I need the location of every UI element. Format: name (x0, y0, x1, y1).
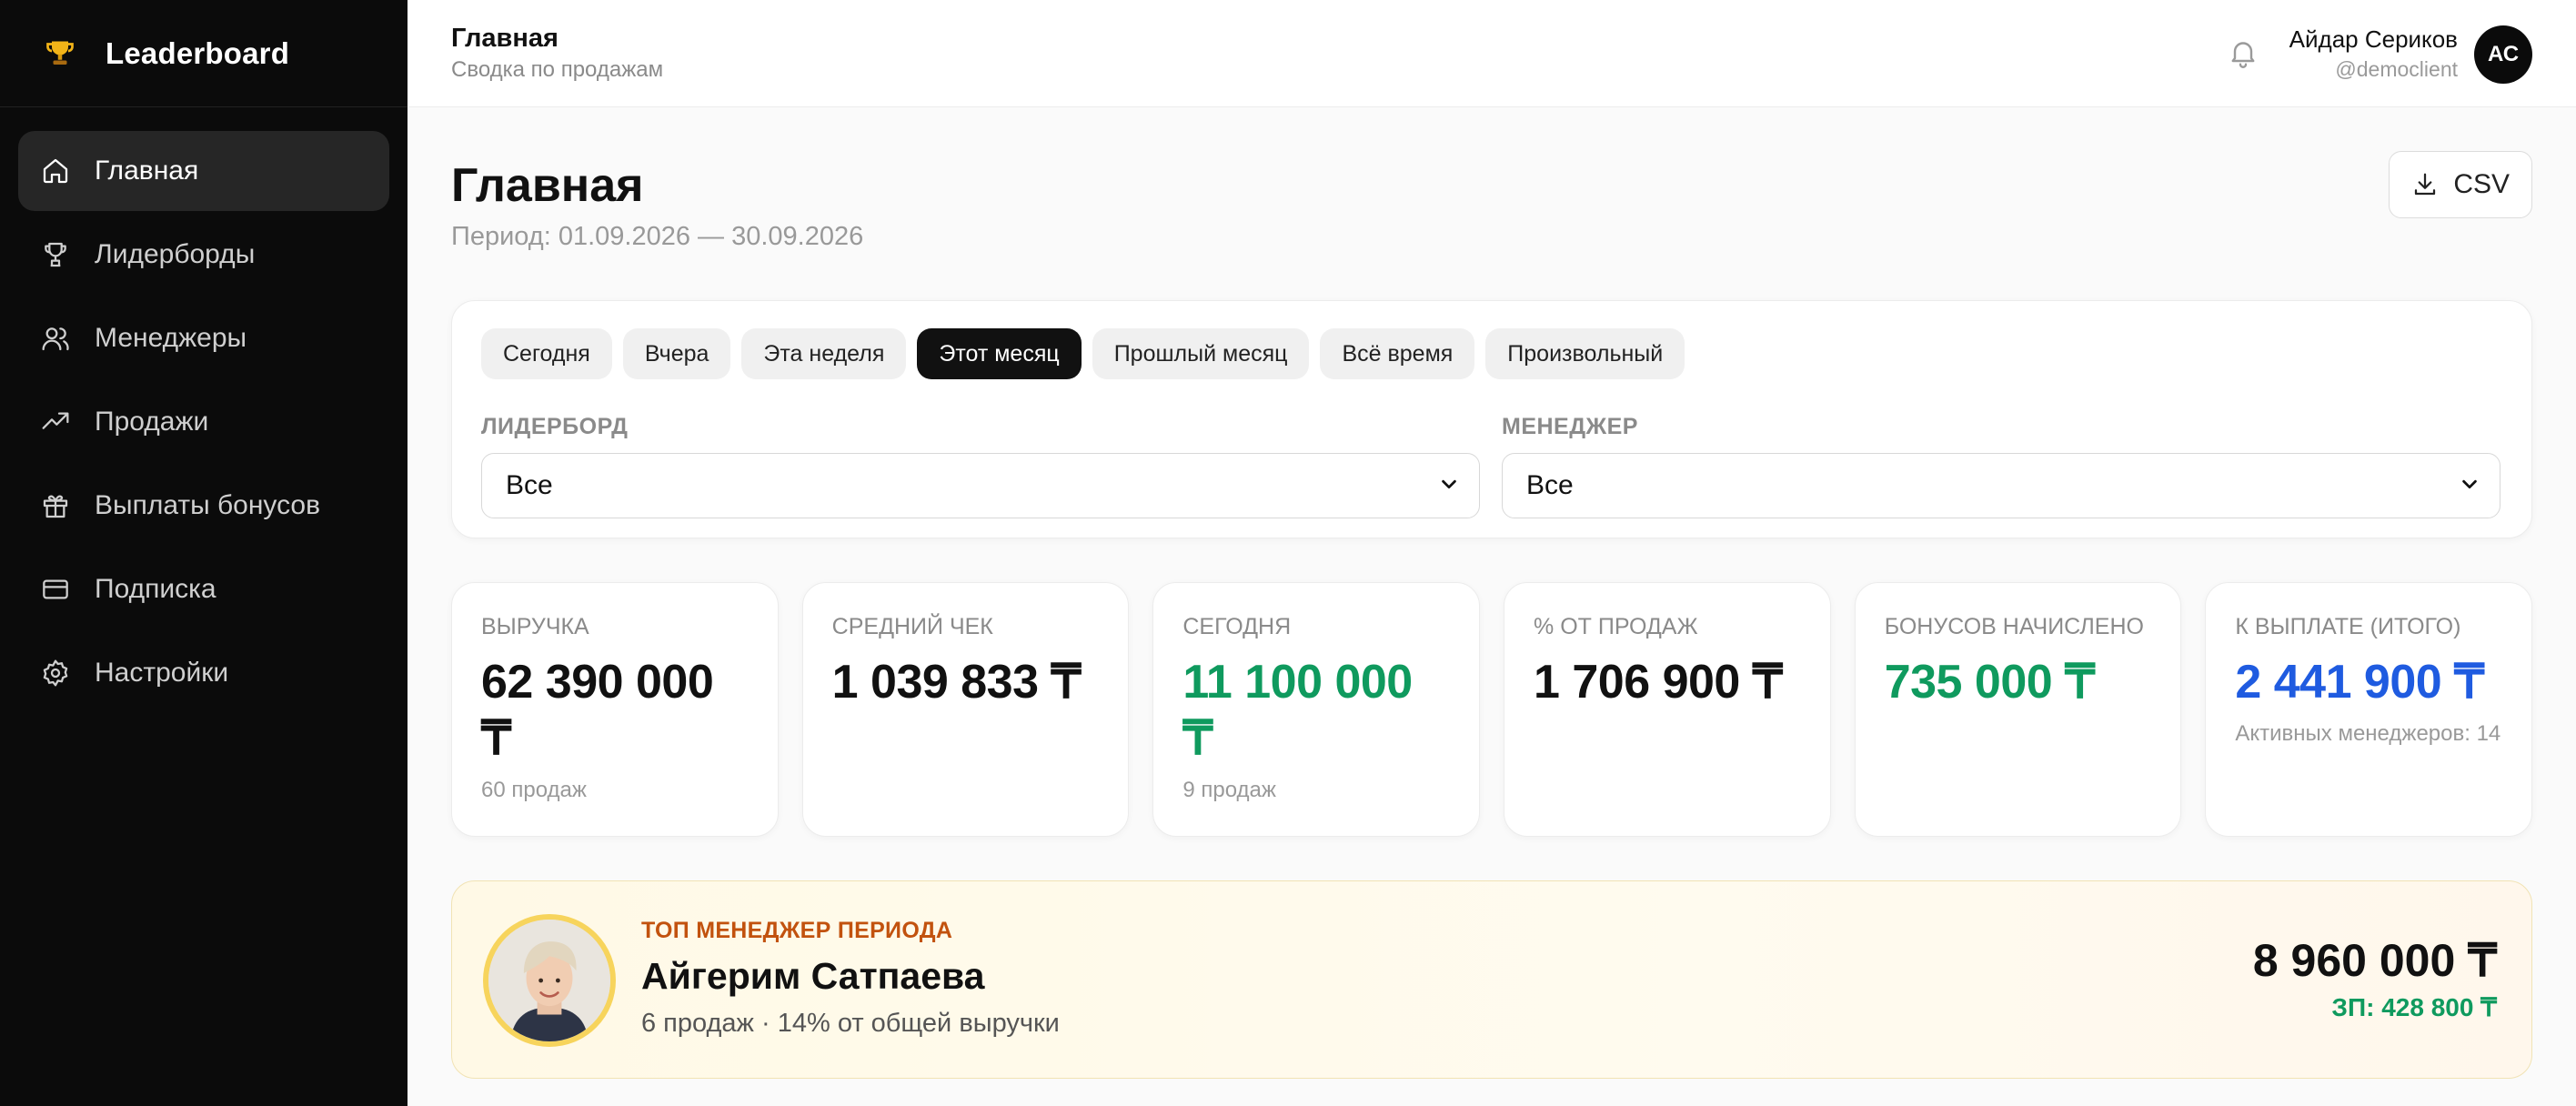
chip-this-week[interactable]: Эта неделя (741, 328, 907, 379)
stat-value: 11 100 000 ₸ (1182, 656, 1413, 765)
stat-label: БОНУСОВ НАЧИСЛЕНО (1884, 614, 2144, 639)
sidebar-item-bonus-payouts[interactable]: Выплаты бонусов (18, 466, 389, 546)
manager-filter: МЕНЕДЖЕР Все (1502, 414, 2501, 518)
user-info[interactable]: Айдар Сериков @democlient (2289, 25, 2458, 82)
stat-card-payout-total: К ВЫПЛАТЕ (ИТОГО) 2 441 900 ₸ Активных м… (2205, 582, 2533, 837)
stat-value: 1 039 833 ₸ (831, 656, 1082, 709)
stat-card-bonuses: БОНУСОВ НАЧИСЛЕНО 735 000 ₸ (1854, 582, 2182, 837)
top-manager-avatar (483, 914, 616, 1047)
chevron-down-icon (2460, 470, 2480, 501)
stat-label: ВЫРУЧКА (481, 614, 589, 639)
sidebar-nav: Главная Лидерборды Менеджеры Продажи Вып… (0, 107, 408, 740)
stat-label: % ОТ ПРОДАЖ (1534, 614, 1698, 639)
chip-yesterday[interactable]: Вчера (622, 328, 731, 379)
leaderboard-filter: ЛИДЕРБОРД Все (481, 414, 1480, 518)
sidebar-item-settings[interactable]: Настройки (18, 633, 389, 713)
sidebar-item-label: Менеджеры (95, 323, 247, 353)
top-manager-meta: 6 продаж · 14% от общей выручки (641, 1009, 1060, 1038)
stat-label: СЕГОДНЯ (1182, 614, 1292, 639)
leaderboard-select[interactable]: Все (481, 453, 1480, 518)
page-title: Главная (451, 159, 644, 212)
stat-card-average-check: СРЕДНИЙ ЧЕК 1 039 833 ₸ (801, 582, 1130, 837)
top-manager-amount: 8 960 000 ₸ (2252, 935, 2497, 986)
chip-today[interactable]: Сегодня (481, 328, 612, 379)
user-handle: @democlient (2335, 57, 2458, 81)
sidebar-item-label: Лидерборды (95, 239, 256, 269)
stat-value: 2 441 900 ₸ (2235, 656, 2484, 709)
users-icon (40, 323, 71, 354)
top-manager-name: Айгерим Сатпаева (641, 955, 985, 997)
sidebar-item-leaderboards[interactable]: Лидерборды (18, 215, 389, 295)
sidebar-item-subscription[interactable]: Подписка (18, 549, 389, 629)
card-icon (40, 574, 71, 605)
trophy-icon (44, 37, 76, 70)
main-content: Главная Период: 01.09.2026 — 30.09.2026 … (408, 107, 2576, 1106)
sidebar-item-label: Главная (95, 156, 199, 186)
sidebar-item-label: Продажи (95, 407, 209, 437)
trend-icon (40, 407, 71, 437)
chip-custom[interactable]: Произвольный (1485, 328, 1685, 379)
stat-card-today: СЕГОДНЯ 11 100 000 ₸ 9 продаж (1152, 582, 1481, 837)
top-manager-card[interactable]: ТОП МЕНЕДЖЕР ПЕРИОДА Айгерим Сатпаева 6 … (451, 880, 2532, 1079)
stat-value: 62 390 000 ₸ (481, 656, 714, 765)
stat-sub: Активных менеджеров: 14 (2235, 721, 2501, 746)
download-icon (2411, 171, 2453, 198)
leaderboard-select-value: Все (506, 470, 553, 500)
stat-label: СРЕДНИЙ ЧЕК (831, 614, 993, 639)
stat-value: 1 706 900 ₸ (1534, 656, 1783, 709)
chevron-down-icon (1439, 470, 1459, 501)
manager-label: МЕНЕДЖЕР (1502, 414, 1638, 439)
sidebar-item-label: Выплаты бонусов (95, 490, 321, 520)
gear-icon (40, 658, 71, 689)
chip-last-month[interactable]: Прошлый месяц (1092, 328, 1310, 379)
chip-this-month[interactable]: Этот месяц (917, 328, 1082, 379)
bell-icon[interactable] (2227, 36, 2259, 69)
trophy-icon (40, 239, 71, 270)
sidebar-item-managers[interactable]: Менеджеры (18, 298, 389, 378)
manager-select-value: Все (1526, 470, 1574, 500)
stats-row: ВЫРУЧКА 62 390 000 ₸ 60 продаж СРЕДНИЙ Ч… (451, 582, 2533, 837)
top-manager-salary: ЗП: 428 800 ₸ (2331, 993, 2497, 1021)
sidebar-item-label: Настройки (95, 658, 229, 688)
top-manager-totals: 8 960 000 ₸ ЗП: 428 800 ₸ (2253, 934, 2497, 1022)
sidebar: Leaderboard Главная Лидерборды Менеджеры… (0, 0, 408, 1106)
period-chips: Сегодня Вчера Эта неделя Этот месяц Прош… (481, 328, 1696, 379)
sidebar-item-label: Подписка (95, 574, 216, 604)
leaderboard-label: ЛИДЕРБОРД (481, 414, 629, 439)
stat-label: К ВЫПЛАТЕ (ИТОГО) (2235, 614, 2461, 639)
header-title: Главная (451, 24, 558, 53)
manager-select[interactable]: Все (1502, 453, 2501, 518)
sidebar-item-sales[interactable]: Продажи (18, 382, 389, 462)
brand[interactable]: Leaderboard (0, 0, 408, 107)
header-titles: Главная Сводка по продажам (451, 24, 663, 83)
csv-export-button[interactable]: CSV (2389, 151, 2532, 218)
chip-all-time[interactable]: Всё время (1320, 328, 1475, 379)
sidebar-item-home[interactable]: Главная (18, 131, 389, 211)
csv-label: CSV (2453, 169, 2510, 199)
stat-card-revenue: ВЫРУЧКА 62 390 000 ₸ 60 продаж (451, 582, 779, 837)
top-header: Главная Сводка по продажам Айдар Сериков… (408, 0, 2576, 107)
stat-value: 735 000 ₸ (1884, 656, 2095, 709)
home-icon (40, 156, 71, 186)
filters-panel: Сегодня Вчера Эта неделя Этот месяц Прош… (451, 300, 2532, 538)
stat-sub: 60 продаж (481, 778, 587, 802)
stat-sub: 9 продаж (1182, 778, 1276, 802)
period-label: Период: 01.09.2026 — 30.09.2026 (451, 222, 864, 251)
top-manager-info: ТОП МЕНЕДЖЕР ПЕРИОДА Айгерим Сатпаева 6 … (641, 918, 1060, 1039)
top-manager-label: ТОП МЕНЕДЖЕР ПЕРИОДА (641, 918, 953, 943)
gift-icon (40, 490, 71, 521)
avatar[interactable]: АС (2474, 25, 2532, 84)
stat-card-percent-of-sales: % ОТ ПРОДАЖ 1 706 900 ₸ (1504, 582, 1831, 837)
header-subtitle: Сводка по продажам (451, 57, 664, 82)
brand-title: Leaderboard (106, 35, 290, 70)
user-name: Айдар Сериков (2289, 25, 2458, 53)
